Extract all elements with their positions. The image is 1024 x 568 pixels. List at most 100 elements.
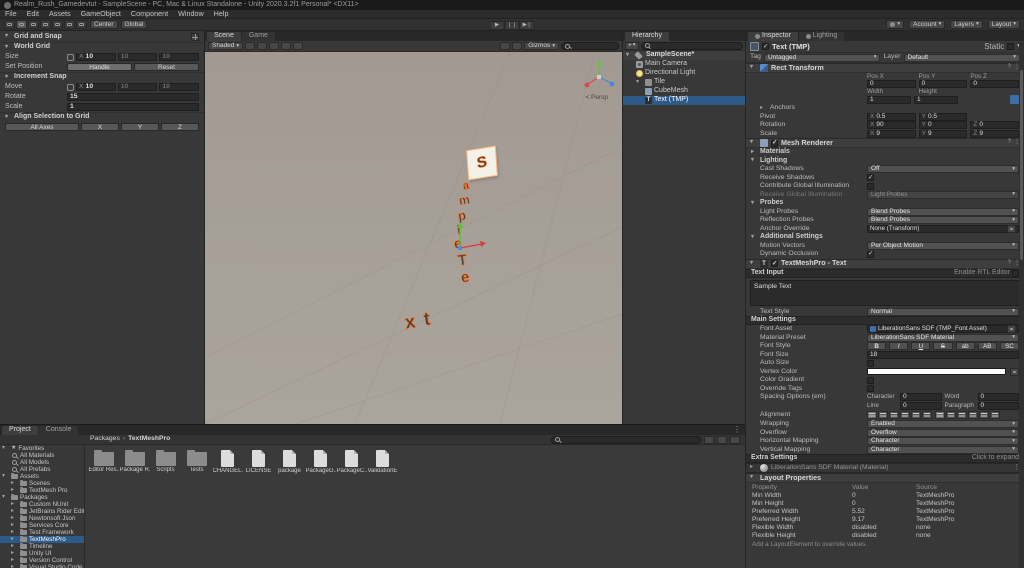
scale-z-field[interactable]: Z9 <box>970 129 1020 138</box>
inspector-scrollbar[interactable] <box>1019 42 1024 568</box>
tab-project[interactable]: Project <box>2 426 38 435</box>
services-button[interactable] <box>886 20 905 29</box>
font-asset-field[interactable]: LiberationSans SDF (TMP_Font Asset) <box>867 325 1019 334</box>
italic-button[interactable]: I <box>889 342 909 351</box>
foldout-icon[interactable] <box>5 114 12 121</box>
asset-folder[interactable]: Tests <box>181 448 212 475</box>
grid-size-z-field[interactable]: 10 <box>159 53 200 61</box>
align-all-axes-button[interactable]: All Axes <box>5 123 79 131</box>
hierarchy-item-tile[interactable]: Tile <box>623 78 745 87</box>
pivot-y-field[interactable]: Y 0.5 <box>918 112 968 121</box>
foldout-icon[interactable] <box>760 105 767 112</box>
cast-shadows-dropdown[interactable]: Off <box>867 165 1019 174</box>
align-bottom-button[interactable] <box>957 411 967 419</box>
transform-tool-icon[interactable] <box>64 20 75 29</box>
text-input-section[interactable]: Text Input Enable RTL Editor <box>746 268 1024 278</box>
extra-settings-section[interactable]: Extra Settings Click to expand <box>746 454 1024 463</box>
help-icon[interactable] <box>1008 139 1011 146</box>
scrollbar-thumb[interactable] <box>1020 70 1023 260</box>
align-x-button[interactable]: X <box>81 123 119 131</box>
align-flush-button[interactable] <box>911 411 921 419</box>
foldout-icon[interactable] <box>751 157 758 164</box>
pos-z-field[interactable]: 0 <box>970 80 1020 89</box>
static-checkbox[interactable] <box>1007 43 1015 50</box>
pause-button[interactable]: ❘❘ <box>504 20 520 30</box>
foldout-icon[interactable] <box>750 64 757 71</box>
hierarchy-item-cubemesh[interactable]: CubeMesh <box>623 87 745 96</box>
pos-y-field[interactable]: 0 <box>918 80 968 89</box>
asset-folder[interactable]: Package R... <box>119 448 150 475</box>
tmp-text-header[interactable]: TextMeshPro - Text <box>746 258 1024 269</box>
hierarchy-item-text-tmp[interactable]: Text (TMP) <box>623 96 745 105</box>
foldout-icon[interactable] <box>636 79 643 86</box>
foldout-icon[interactable] <box>5 33 12 40</box>
main-settings-section[interactable]: Main Settings <box>746 316 1024 325</box>
material-preset-dropdown[interactable]: LiberationSans SDF Material <box>867 333 1019 342</box>
search-by-type-icon[interactable] <box>704 435 714 444</box>
scale-field[interactable]: 1 <box>67 103 199 111</box>
rotation-y-field[interactable]: Y0 <box>918 121 968 130</box>
rotation-z-field[interactable]: Z0 <box>970 121 1020 130</box>
underline-button[interactable]: U <box>911 342 931 351</box>
hidden-objects-icon[interactable] <box>293 42 304 50</box>
orientation-toggle-button[interactable]: Global <box>120 20 148 29</box>
menu-component[interactable]: Component <box>126 9 173 19</box>
handle-button[interactable]: Handle <box>67 63 132 71</box>
hand-tool-icon[interactable] <box>4 20 15 29</box>
hierarchy-search-input[interactable] <box>651 42 740 49</box>
custom-tool-icon[interactable] <box>76 20 87 29</box>
menu-gameobject[interactable]: GameObject <box>76 9 126 19</box>
project-search-input[interactable] <box>562 436 698 443</box>
foldout-icon[interactable] <box>2 494 9 501</box>
foldout-icon[interactable] <box>11 564 18 568</box>
font-size-field[interactable]: 18 <box>867 350 1019 359</box>
menu-window[interactable]: Window <box>173 9 209 19</box>
wrapping-dropdown[interactable]: Enabled <box>867 420 1019 429</box>
pivot-x-field[interactable]: X 0.5 <box>867 112 916 121</box>
increment-snap-header[interactable]: Increment Snap <box>0 72 204 82</box>
align-z-button[interactable]: Z <box>161 123 199 131</box>
shading-mode-dropdown[interactable]: Shaded <box>208 42 244 50</box>
height-field[interactable]: 1 <box>914 95 958 104</box>
grid-size-x-field[interactable]: X 10 <box>76 53 116 61</box>
tab-lighting[interactable]: Lighting <box>798 32 845 41</box>
tile-cube-mesh[interactable]: S <box>466 145 498 181</box>
link-icon[interactable] <box>67 83 74 91</box>
receive-gi-dropdown[interactable]: Light Probes <box>867 190 1019 199</box>
pivot-toggle-button[interactable]: Center <box>90 20 118 29</box>
foldout-icon[interactable] <box>751 234 758 241</box>
move-y-field[interactable]: 10 <box>117 83 158 91</box>
grid-settings-icon[interactable] <box>191 33 199 41</box>
hierarchy-scene-row[interactable]: SampleScene* <box>623 51 745 60</box>
camera-settings-icon[interactable] <box>512 42 523 50</box>
play-button[interactable]: ▶ <box>489 20 505 30</box>
scene-search-input[interactable] <box>572 42 616 50</box>
additional-settings-foldout[interactable]: Additional Settings <box>746 233 1024 242</box>
vertical-mapping-dropdown[interactable]: Character <box>867 445 1019 454</box>
align-capline-button[interactable] <box>990 411 1000 419</box>
account-dropdown[interactable]: Account <box>909 20 946 29</box>
foldout-icon[interactable] <box>750 139 757 146</box>
pos-x-field[interactable]: 0 <box>867 80 916 89</box>
foldout-icon[interactable] <box>5 44 12 51</box>
foldout-icon[interactable] <box>2 473 9 480</box>
foldout-icon[interactable] <box>750 260 757 267</box>
tag-dropdown[interactable]: Untagged <box>763 53 881 62</box>
object-picker-icon[interactable] <box>1007 325 1016 334</box>
tab-console[interactable]: Console <box>38 426 79 435</box>
menu-assets[interactable]: Assets <box>44 9 76 19</box>
move-z-field[interactable]: 10 <box>159 83 200 91</box>
color-gradient-checkbox[interactable] <box>867 376 874 384</box>
tab-game[interactable]: Game <box>241 32 275 41</box>
hierarchy-item-directional-light[interactable]: Directional Light <box>623 69 745 78</box>
lighting-foldout[interactable]: Lighting <box>746 157 1024 166</box>
asset-file[interactable]: PackageG... <box>305 448 336 475</box>
rect-transform-header[interactable]: Rect Transform <box>746 63 1024 73</box>
asset-folder[interactable]: Editor Res... <box>88 448 119 475</box>
text-letter[interactable]: m <box>458 192 471 208</box>
menu-file[interactable]: File <box>0 9 22 19</box>
align-midline-button[interactable] <box>979 411 989 419</box>
overflow-dropdown[interactable]: Overflow <box>867 428 1019 437</box>
foldout-icon[interactable] <box>2 445 9 452</box>
grid-size-y-field[interactable]: 10 <box>117 53 158 61</box>
